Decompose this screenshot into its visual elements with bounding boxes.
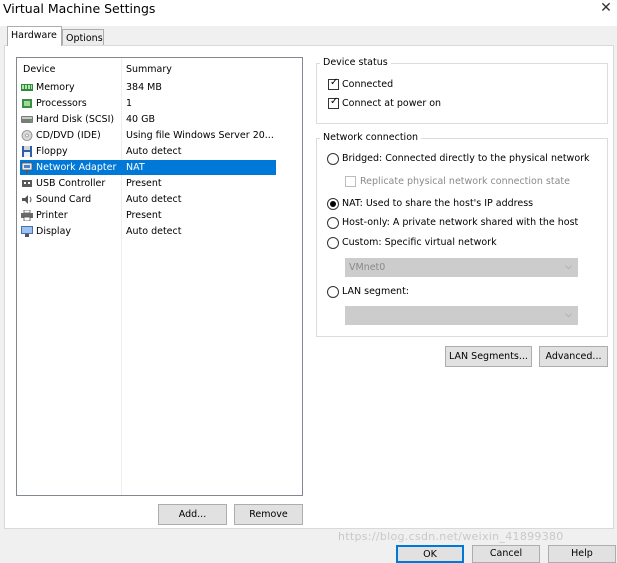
device-summary: NAT [126,162,145,173]
ok-button[interactable]: OK [396,545,464,563]
cancel-button[interactable]: Cancel [472,545,540,563]
nat-label[interactable]: NAT: Used to share the host's IP address [342,197,533,210]
device-summary: Auto detect [126,194,182,205]
check-icon: ✓ [330,96,339,107]
device-row-floppy[interactable]: Floppy Auto detect [20,144,276,159]
device-name: Network Adapter [36,162,117,173]
device-name: Display [36,226,72,237]
hard-disk-icon [21,116,33,123]
device-list[interactable]: Device Summary Memory 384 MB Processors … [16,57,303,496]
tab-hardware[interactable]: Hardware [7,26,62,46]
device-status-group [316,63,608,124]
summary-column-header[interactable]: Summary [126,64,172,75]
device-row-memory[interactable]: Memory 384 MB [20,80,276,95]
printer-icon [21,210,33,221]
custom-radio[interactable] [327,237,339,249]
device-name: Memory [36,82,75,93]
device-status-title: Device status [320,57,391,69]
custom-network-value: VMnet0 [349,262,386,273]
bridged-label[interactable]: Bridged: Connected directly to the physi… [342,152,590,165]
watermark: https://blog.csdn.net/weixin_41899380 [338,530,564,543]
device-summary: Present [126,178,162,189]
replicate-label: Replicate physical network connection st… [360,176,570,187]
bridged-radio[interactable] [327,153,339,165]
device-summary: Present [126,210,162,221]
network-adapter-icon [21,162,33,173]
custom-network-select[interactable]: VMnet0 ⌵ [345,258,578,277]
nat-radio[interactable] [327,198,339,210]
device-row-hard-disk[interactable]: Hard Disk (SCSI) 40 GB [20,112,276,127]
connect-at-power-on-label[interactable]: Connect at power on [342,97,441,110]
chevron-down-icon: ⌵ [565,262,572,272]
help-button[interactable]: Help [548,545,616,563]
replicate-checkbox[interactable] [345,176,356,187]
device-row-usb-controller[interactable]: USB Controller Present [20,176,276,191]
device-name: Printer [36,210,68,221]
close-icon[interactable]: ✕ [596,0,616,17]
check-icon: ✓ [330,77,339,88]
cd-dvd-icon [21,130,33,141]
device-summary: Auto detect [126,226,182,237]
device-name: Sound Card [36,194,92,205]
display-icon [21,226,33,237]
title-bar: Virtual Machine Settings ✕ [0,0,617,26]
device-row-cd-dvd[interactable]: CD/DVD (IDE) Using file Windows Server 2… [20,128,276,143]
custom-label[interactable]: Custom: Specific virtual network [342,236,497,249]
lan-segments-button[interactable]: LAN Segments... [445,346,532,367]
device-summary: Auto detect [126,146,182,157]
device-summary: 40 GB [126,114,155,125]
device-summary: 1 [126,98,133,109]
connect-at-power-on-checkbox[interactable]: ✓ [328,96,339,109]
device-summary: Using file Windows Server 20... [126,130,274,141]
device-name: Floppy [36,146,68,157]
device-summary: 384 MB [126,82,162,93]
device-row-network-adapter[interactable]: Network Adapter NAT [20,160,276,175]
lan-segment-label[interactable]: LAN segment: [342,285,409,298]
connected-checkbox[interactable]: ✓ [328,77,339,90]
chevron-down-icon: ⌵ [565,310,572,320]
remove-button[interactable]: Remove [234,504,303,525]
device-name: USB Controller [36,178,106,189]
host-only-radio[interactable] [327,217,339,229]
usb-icon [22,180,32,187]
sound-card-icon [22,195,32,204]
processor-icon [22,99,32,108]
device-row-display[interactable]: Display Auto detect [20,224,276,239]
lan-segment-radio[interactable] [327,286,339,298]
advanced-button[interactable]: Advanced... [539,346,608,367]
device-column-header[interactable]: Device [23,64,56,75]
network-connection-title: Network connection [320,132,422,144]
device-name: CD/DVD (IDE) [36,130,101,141]
device-row-printer[interactable]: Printer Present [20,208,276,223]
device-row-processors[interactable]: Processors 1 [20,96,276,111]
add-button[interactable]: Add... [158,504,227,525]
window-title: Virtual Machine Settings [3,1,156,16]
floppy-icon [22,146,32,157]
radio-dot [330,201,336,207]
memory-icon [21,84,33,91]
lan-segment-select[interactable]: ⌵ [345,306,578,325]
host-only-label[interactable]: Host-only: A private network shared with… [342,216,578,229]
device-row-sound-card[interactable]: Sound Card Auto detect [20,192,276,207]
device-name: Processors [36,98,87,109]
connected-label[interactable]: Connected [342,78,393,91]
device-name: Hard Disk (SCSI) [36,114,115,125]
